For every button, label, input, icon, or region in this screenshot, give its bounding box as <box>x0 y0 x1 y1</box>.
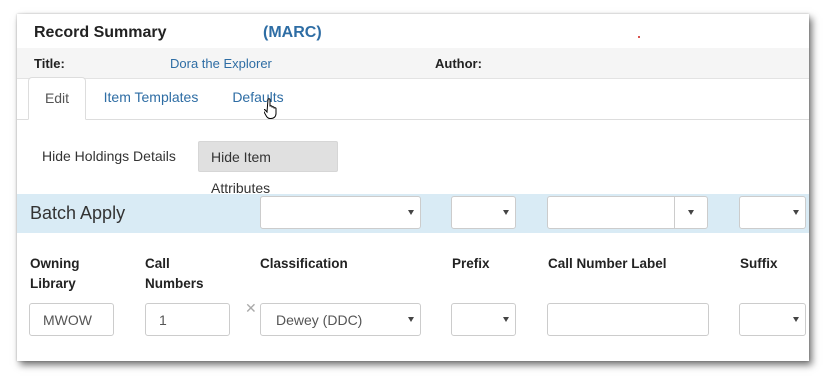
caret-down-icon <box>688 209 694 215</box>
caret-down-icon <box>503 316 509 322</box>
caret-down-icon <box>793 209 799 215</box>
tab-defaults[interactable]: Defaults <box>223 77 293 118</box>
caret-down-icon <box>793 316 799 322</box>
suffix-header: Suffix <box>740 256 778 271</box>
batch-apply-label: Batch Apply <box>30 203 126 223</box>
tab-edit[interactable]: Edit <box>28 77 86 120</box>
remove-x-icon[interactable]: ✕ <box>245 300 257 317</box>
owning-library-header: Owning Library <box>30 256 80 291</box>
call-number-label-input[interactable] <box>547 303 709 336</box>
record-format-link[interactable]: (MARC) <box>263 24 322 42</box>
title-value: Dora the Explorer <box>170 56 272 71</box>
classification-header: Classification <box>260 256 348 271</box>
call-number-label-header: Call Number Label <box>548 256 667 271</box>
tab-bar: Edit Item Templates Defaults <box>17 77 809 120</box>
indicator-dot <box>638 36 640 38</box>
batch-call-number-label-combo[interactable] <box>547 196 708 229</box>
call-numbers-header: Call Numbers <box>145 256 204 291</box>
call-numbers-input[interactable]: 1 <box>145 303 230 336</box>
classification-select[interactable]: Dewey (DDC) <box>260 303 421 336</box>
prefix-select[interactable] <box>451 303 516 336</box>
author-label: Author: <box>435 56 482 71</box>
title-label: Title: <box>34 56 65 71</box>
suffix-select[interactable] <box>739 303 806 336</box>
cursor-hand-icon <box>264 98 277 119</box>
prefix-header: Prefix <box>452 256 490 271</box>
batch-suffix-select[interactable] <box>739 196 806 229</box>
owning-library-input[interactable]: MWOW <box>29 303 114 336</box>
caret-down-icon <box>408 316 414 322</box>
batch-apply-bar: Batch Apply <box>17 194 809 233</box>
combo-dropdown-button[interactable] <box>674 197 707 228</box>
batch-prefix-select[interactable] <box>451 196 516 229</box>
record-panel: Record Summary (MARC) Title: Dora the Ex… <box>17 14 809 361</box>
hide-holdings-details-button[interactable]: Hide Holdings Details <box>30 141 188 172</box>
batch-classification-select[interactable] <box>260 196 421 229</box>
tab-item-templates[interactable]: Item Templates <box>97 77 205 118</box>
caret-down-icon <box>503 209 509 215</box>
summary-row: Title: Dora the Explorer Author: <box>17 48 809 79</box>
hide-item-attributes-button[interactable]: Hide Item Attributes <box>198 141 338 196</box>
record-summary-heading: Record Summary <box>34 24 167 41</box>
caret-down-icon <box>408 209 414 215</box>
